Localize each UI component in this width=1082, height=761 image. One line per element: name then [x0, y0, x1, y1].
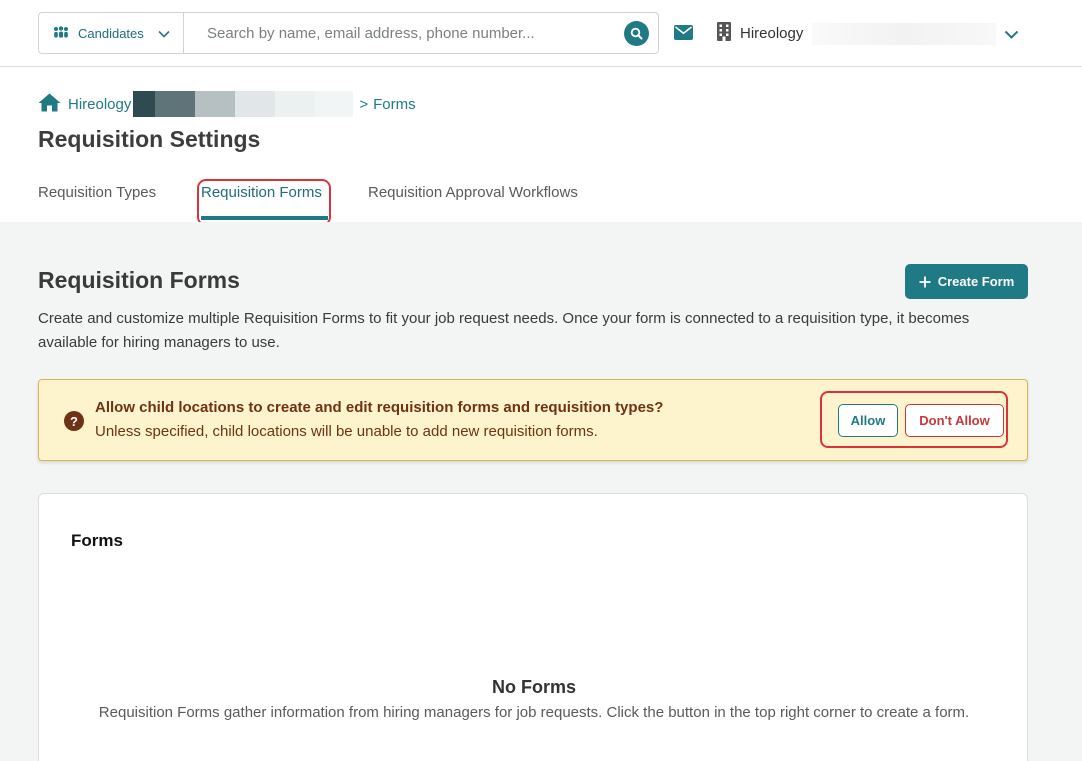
tab-requisition-forms[interactable]: Requisition Forms — [197, 179, 368, 226]
create-form-button[interactable]: Create Form — [905, 264, 1028, 299]
highlight-annotation — [820, 391, 1008, 448]
empty-state-title: No Forms — [491, 677, 576, 697]
search-icon — [630, 27, 643, 40]
child-locations-permission-banner: ? Allow child locations to create and ed… — [38, 379, 1028, 461]
section-description: Create and customize multiple Requisitio… — [38, 310, 970, 351]
banner-heading: Allow child locations to create and edit… — [95, 399, 664, 416]
breadcrumb: Hireology > Forms — [38, 91, 416, 117]
banner-subtext: Unless specified, child locations will b… — [95, 423, 598, 440]
plus-icon — [919, 276, 931, 287]
organization-name: Hireology — [740, 25, 804, 42]
main-content: Requisition Forms Create Form Create and… — [0, 222, 1082, 761]
organization-name-redacted — [812, 23, 996, 45]
search-field — [184, 13, 658, 53]
organization-selector[interactable]: Hireology — [716, 22, 803, 45]
highlight-annotation — [197, 179, 331, 226]
top-navigation-bar: Candidates Hireology — [0, 0, 1082, 67]
search-input[interactable] — [184, 13, 658, 53]
chevron-down-icon — [158, 26, 170, 41]
people-icon — [52, 25, 70, 41]
candidates-label: Candidates — [78, 25, 144, 41]
breadcrumb-current[interactable]: Forms — [373, 96, 416, 113]
question-icon: ? — [64, 411, 84, 431]
empty-state-message: Requisition Forms gather information fro… — [98, 704, 970, 721]
search-group: Candidates — [38, 12, 659, 54]
tab-requisition-approval-workflows[interactable]: Requisition Approval Workflows — [368, 184, 578, 222]
create-form-label: Create Form — [937, 274, 1015, 289]
section-title: Requisition Forms — [38, 267, 240, 293]
home-icon[interactable] — [38, 93, 61, 116]
tab-label: Requisition Approval Workflows — [368, 184, 578, 201]
building-icon — [716, 22, 732, 45]
breadcrumb-home-link[interactable]: Hireology — [68, 96, 131, 113]
forms-card-title: Forms — [71, 531, 123, 550]
breadcrumb-separator: > — [359, 95, 369, 113]
chevron-down-icon[interactable] — [1004, 27, 1019, 45]
tab-requisition-types[interactable]: Requisition Types — [38, 184, 201, 222]
breadcrumb-redacted-segment — [133, 91, 354, 117]
forms-card: Forms No Forms Requisition Forms gather … — [38, 493, 1028, 761]
candidates-dropdown[interactable]: Candidates — [39, 13, 184, 53]
settings-tabs: Requisition Types Requisition Forms Requ… — [38, 179, 578, 226]
mail-icon[interactable] — [674, 25, 693, 40]
tab-label: Requisition Types — [38, 184, 157, 201]
page-title: Requisition Settings — [38, 126, 261, 152]
search-button[interactable] — [624, 21, 649, 46]
